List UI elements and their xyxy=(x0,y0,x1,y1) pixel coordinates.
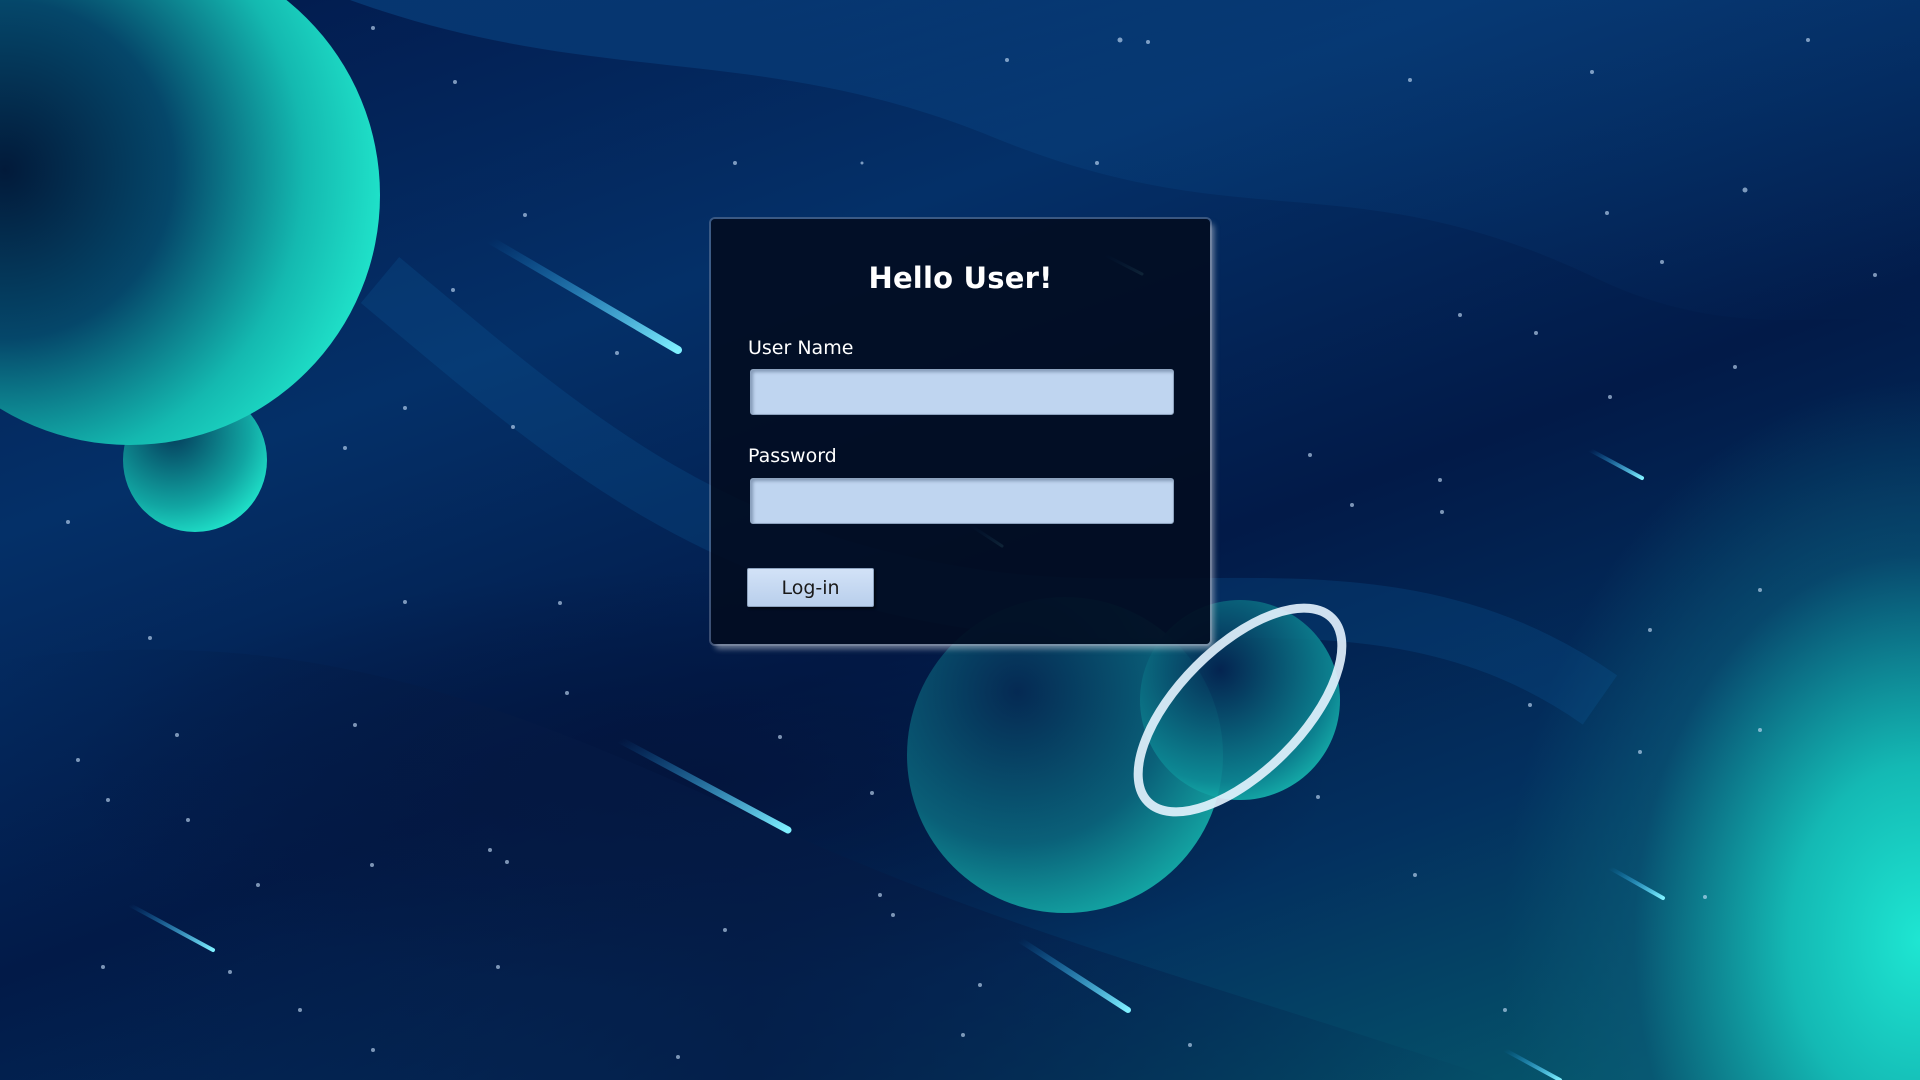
space-background: Hello User! User Name Password Log-in xyxy=(0,0,1920,1080)
password-input[interactable] xyxy=(750,478,1174,524)
login-button[interactable]: Log-in xyxy=(747,568,874,607)
page-title: Hello User! xyxy=(868,261,1053,295)
username-label: User Name xyxy=(748,337,854,359)
login-panel: Hello User! User Name Password Log-in xyxy=(711,219,1210,644)
password-label: Password xyxy=(748,445,837,467)
username-input[interactable] xyxy=(750,369,1174,415)
